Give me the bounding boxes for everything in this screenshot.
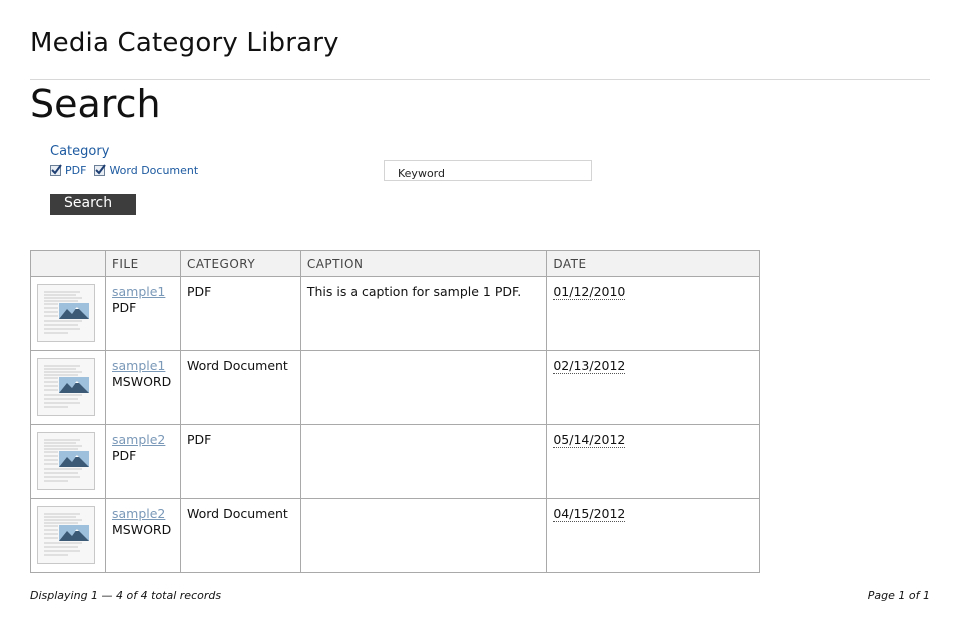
- date-value: 05/14/2012: [553, 432, 626, 448]
- checkbox-label-word-document[interactable]: Word Document: [109, 164, 198, 177]
- table-row: sample2 PDF PDF 05/14/2012: [30, 424, 760, 499]
- keyword-input[interactable]: Keyword: [384, 160, 592, 181]
- thumbnail-cell: [30, 498, 106, 573]
- checkbox-pdf[interactable]: [50, 164, 62, 176]
- file-link[interactable]: sample2: [112, 506, 174, 522]
- category-filter-heading: Category: [50, 144, 110, 159]
- header-divider: [30, 79, 930, 80]
- category-cell: PDF: [179, 424, 301, 499]
- category-cell: Word Document: [179, 350, 301, 425]
- date-value: 02/13/2012: [553, 358, 626, 374]
- date-cell: 01/12/2010: [546, 276, 760, 351]
- column-header-file[interactable]: FILE: [104, 250, 181, 277]
- date-value: 04/15/2012: [553, 506, 626, 522]
- column-header-thumbnail: [30, 250, 106, 277]
- file-cell: sample1 MSWORD: [104, 350, 181, 425]
- file-link[interactable]: sample1: [112, 284, 174, 300]
- caption-cell: [299, 350, 548, 425]
- thumbnail-cell: [30, 276, 106, 351]
- table-header-row: FILE CATEGORY CAPTION DATE: [30, 250, 760, 277]
- caption-cell: [299, 424, 548, 499]
- table-row: sample2 MSWORD Word Document 04/15/2012: [30, 498, 760, 573]
- checkmark-icon: [95, 164, 107, 175]
- table-row: sample1 MSWORD Word Document 02/13/2012: [30, 350, 760, 425]
- file-link[interactable]: sample2: [112, 432, 174, 448]
- category-cell: Word Document: [179, 498, 301, 573]
- thumbnail-cell: [30, 424, 106, 499]
- file-type: PDF: [111, 300, 137, 315]
- caption-cell: This is a caption for sample 1 PDF.: [299, 276, 548, 351]
- document-thumbnail-icon[interactable]: [37, 506, 95, 564]
- page-title: Search: [30, 82, 161, 126]
- file-cell: sample2 PDF: [104, 424, 181, 499]
- document-thumbnail-icon[interactable]: [37, 358, 95, 416]
- column-header-caption[interactable]: CAPTION: [299, 250, 548, 277]
- file-type: MSWORD: [111, 522, 172, 537]
- thumbnail-cell: [30, 350, 106, 425]
- records-count: Displaying 1 — 4 of 4 total records: [30, 589, 222, 602]
- file-cell: sample2 MSWORD: [104, 498, 181, 573]
- page-indicator: Page 1 of 1: [867, 589, 930, 602]
- column-header-category[interactable]: CATEGORY: [179, 250, 301, 277]
- date-cell: 04/15/2012: [546, 498, 760, 573]
- site-title: Media Category Library: [30, 28, 339, 58]
- document-thumbnail-icon[interactable]: [37, 432, 95, 490]
- file-type: PDF: [111, 448, 137, 463]
- document-thumbnail-icon[interactable]: [37, 284, 95, 342]
- date-cell: 05/14/2012: [546, 424, 760, 499]
- checkbox-word-document[interactable]: [94, 164, 107, 176]
- caption-cell: [299, 498, 548, 573]
- checkbox-label-pdf[interactable]: PDF: [65, 164, 86, 177]
- file-cell: sample1 PDF: [104, 276, 181, 351]
- date-value: 01/12/2010: [553, 284, 626, 300]
- date-cell: 02/13/2012: [546, 350, 760, 425]
- checkmark-icon: [51, 164, 62, 175]
- search-button[interactable]: Search: [50, 194, 136, 215]
- category-cell: PDF: [179, 276, 301, 351]
- results-table: FILE CATEGORY CAPTION DATE sample1 PDF P…: [30, 250, 760, 573]
- table-row: sample1 PDF PDF This is a caption for sa…: [30, 276, 760, 351]
- category-checkboxes: PDF Word Document: [50, 164, 206, 177]
- file-link[interactable]: sample1: [112, 358, 174, 374]
- file-type: MSWORD: [111, 374, 172, 389]
- column-header-date[interactable]: DATE: [546, 250, 760, 277]
